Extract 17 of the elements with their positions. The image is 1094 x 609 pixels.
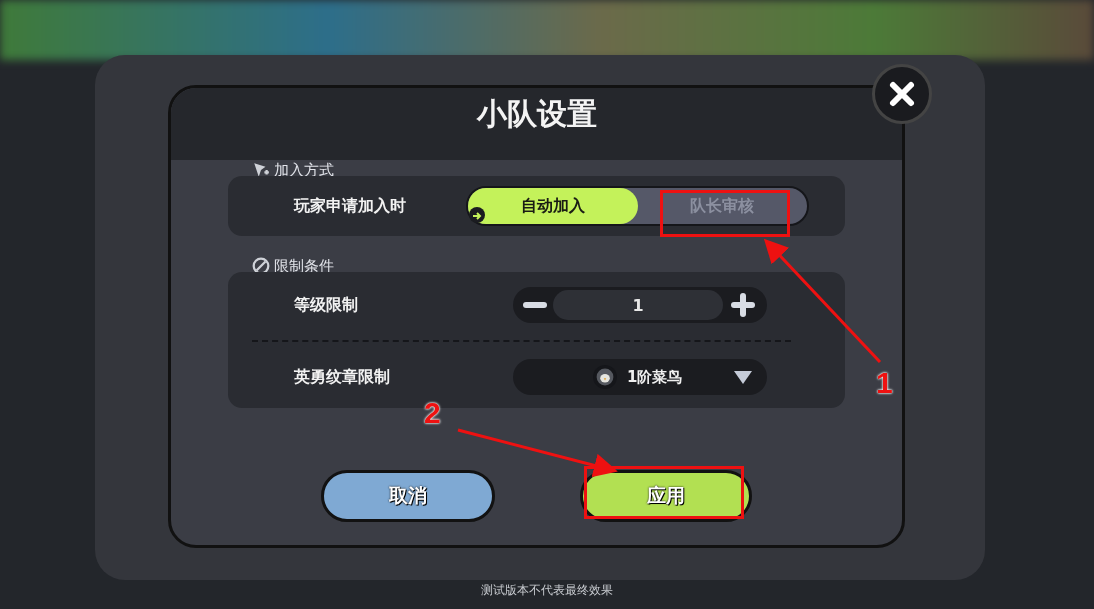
row-label: 等级限制 bbox=[294, 294, 358, 316]
prohibited-icon bbox=[252, 257, 270, 275]
annotation-number: 2 bbox=[424, 396, 441, 430]
footer-note: 测试版本不代表最终效果 bbox=[480, 582, 614, 599]
dialog-title: 小队设置 bbox=[476, 95, 597, 133]
plus-icon bbox=[729, 293, 757, 317]
dropdown-caret-icon bbox=[733, 369, 753, 385]
cancel-button[interactable]: 取消 bbox=[321, 470, 495, 522]
minus-icon bbox=[523, 302, 547, 308]
close-icon bbox=[887, 79, 917, 109]
row-label: 英勇纹章限制 bbox=[294, 366, 390, 388]
option-tab[interactable]: 自动加入 bbox=[468, 188, 638, 224]
level-value: 1 bbox=[553, 290, 723, 320]
badge-dropdown[interactable]: 1阶菜鸟 bbox=[513, 359, 767, 395]
row-label: 玩家申请加入时 bbox=[294, 195, 406, 217]
option-tab[interactable]: 队长审核 bbox=[637, 188, 807, 224]
annotation-number: 1 bbox=[876, 366, 893, 400]
